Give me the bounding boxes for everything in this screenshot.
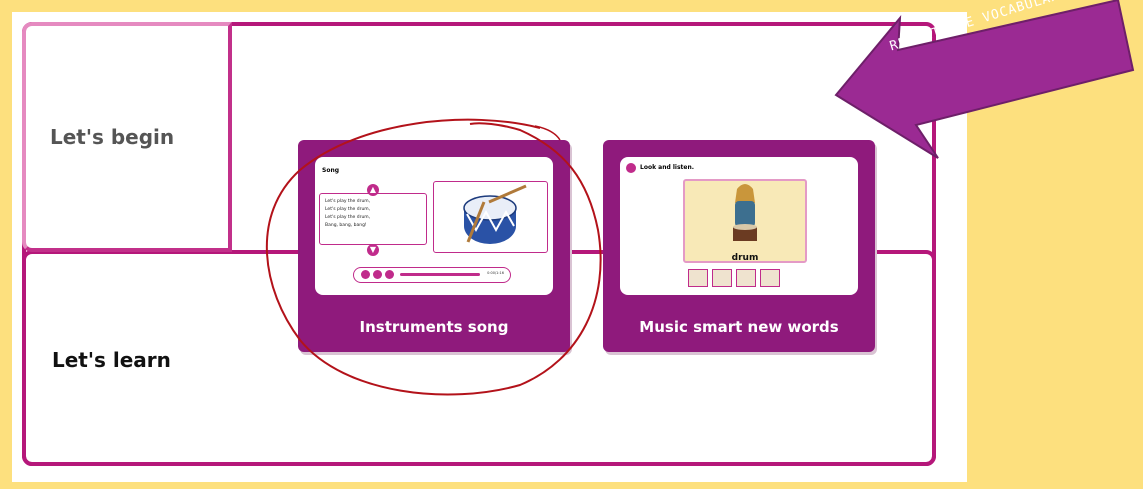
lyric-line: Let's play the drum, bbox=[325, 199, 371, 204]
vocab-thumb bbox=[760, 269, 780, 287]
song-thumbnail: Song ▲ Let's play the drum, Let's play t… bbox=[315, 157, 553, 295]
song-title: Song bbox=[322, 167, 340, 174]
instruments-song-card[interactable]: Song ▲ Let's play the drum, Let's play t… bbox=[298, 140, 570, 352]
vocab-thumb bbox=[712, 269, 732, 287]
arrow-down-icon: ▼ bbox=[367, 244, 379, 256]
speaker-icon bbox=[626, 163, 636, 173]
drum-icon bbox=[463, 184, 527, 244]
play-icon bbox=[373, 270, 382, 279]
audio-player: 0:00/1:16 bbox=[353, 267, 511, 283]
vocab-thumb bbox=[736, 269, 756, 287]
repeat-vocabulary-arrow: REPEAT THE VOCABULARY bbox=[828, 0, 1143, 164]
time-readout: 0:00/1:16 bbox=[487, 271, 504, 275]
lyric-line: Let's play the drum, bbox=[325, 215, 371, 220]
music-smart-new-words-card[interactable]: Look and listen. drum Music smart new wo… bbox=[603, 140, 875, 352]
progress-bar bbox=[400, 273, 480, 276]
card-label: Instruments song bbox=[359, 318, 509, 336]
lyrics-box: Let's play the drum, Let's play the drum… bbox=[319, 193, 427, 245]
photo-frame: drum bbox=[683, 179, 807, 263]
lets-learn-label[interactable]: Let's learn bbox=[52, 348, 171, 372]
lyric-line: Bang, bang, bang! bbox=[325, 223, 367, 228]
child-drum-illustration bbox=[733, 184, 757, 241]
card-label: Music smart new words bbox=[639, 318, 839, 336]
drum-picture bbox=[433, 181, 548, 253]
vocab-thumb bbox=[688, 269, 708, 287]
instruction-text: Look and listen. bbox=[640, 164, 695, 171]
vocabulary-word: drum bbox=[731, 253, 759, 263]
rewind-icon bbox=[361, 270, 370, 279]
vocabulary-thumbnail: Look and listen. drum bbox=[620, 157, 858, 295]
lyric-line: Let's play the drum, bbox=[325, 207, 371, 212]
stop-icon bbox=[385, 270, 394, 279]
lets-begin-label[interactable]: Let's begin bbox=[50, 125, 174, 149]
